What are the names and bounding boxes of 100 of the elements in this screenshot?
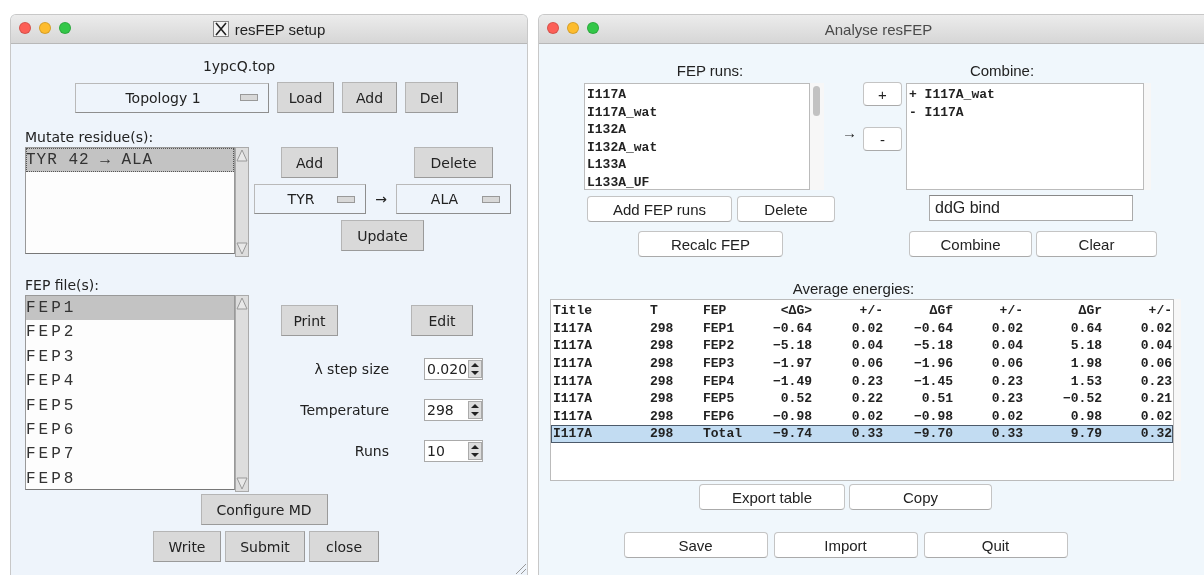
- table-cell-text: 0.04: [1139, 338, 1172, 354]
- table-row[interactable]: I117A 298 FEP2 −5.18 0.04 −5.18 0.04 5.18 0.04: [551, 337, 1173, 355]
- combine-list[interactable]: + I117A_wat - I117A: [906, 83, 1144, 190]
- fep-run-item[interactable]: L133A_UF: [587, 173, 809, 189]
- table-cell-text: 0.23: [1139, 373, 1172, 389]
- fep-run-item[interactable]: I117A: [587, 86, 809, 104]
- clear-button[interactable]: Clear: [1036, 231, 1157, 257]
- table-cell-text: FEP1: [702, 320, 736, 336]
- table-cell-text: 0.21: [1139, 391, 1172, 407]
- configure-md-button[interactable]: Configure MD: [200, 494, 328, 525]
- delete-mutation-button[interactable]: Delete: [414, 147, 493, 178]
- fep-run-item[interactable]: I117A_wat: [587, 103, 809, 122]
- scrollbar[interactable]: [810, 83, 824, 190]
- add-to-combine-button[interactable]: +: [863, 82, 902, 106]
- table-row[interactable]: I117A 298 FEP4 −1.49 0.23 −1.45 0.23 1.53 0.23: [551, 372, 1173, 390]
- table-cell-text: 1.53: [1069, 373, 1102, 389]
- spinbox[interactable]: 298: [424, 399, 483, 421]
- table-row[interactable]: I117A 298 FEP1 −0.64 0.02 −0.64 0.02 0.64 0.02: [551, 319, 1173, 338]
- table-cell-text: 0.02: [850, 408, 883, 424]
- table-cell-text: 0.51: [920, 391, 953, 407]
- close-icon[interactable]: [19, 22, 31, 34]
- scrollbar[interactable]: [1174, 299, 1181, 481]
- delete-button[interactable]: Delete: [737, 196, 835, 222]
- section-label: FEP file(s):: [25, 277, 100, 293]
- fep-run-item[interactable]: L133A: [587, 156, 809, 174]
- topology-dropdown[interactable]: Topology 1: [75, 82, 269, 113]
- print-button[interactable]: Print: [281, 305, 338, 336]
- fep-file-item[interactable]: FEP4: [26, 369, 234, 394]
- combine-name-field[interactable]: ddG bind: [929, 195, 1133, 221]
- copy-button[interactable]: Copy: [849, 484, 992, 510]
- table-row[interactable]: I117A 298 FEP5 0.52 0.22 0.51 0.23 −0.52 0.21: [551, 389, 1173, 408]
- fep-file-item[interactable]: FEP2: [26, 320, 234, 345]
- combine-item[interactable]: + I117A_wat: [909, 86, 1143, 104]
- table-cell-text: 0.22: [850, 391, 883, 407]
- x-window-icon: [212, 21, 229, 37]
- table-row[interactable]: I117A 298 Total −9.74 0.33 −9.70 0.33 9.79 0.32: [551, 425, 1173, 443]
- edit-button[interactable]: Edit: [411, 305, 473, 336]
- fep-file-list[interactable]: FEP1 FEP2 FEP3 FEP4 FEP5 FEP6 FEP7 FEP8: [25, 295, 235, 490]
- scrollbar[interactable]: [235, 295, 249, 492]
- resize-grip-icon[interactable]: [513, 561, 527, 575]
- add-fep-runs-button[interactable]: Add FEP runs: [587, 196, 732, 222]
- minimize-icon[interactable]: [39, 22, 51, 34]
- section-label: Combine:: [969, 62, 1035, 79]
- combine-button[interactable]: Combine: [909, 231, 1032, 257]
- combine-item[interactable]: - I117A: [909, 103, 1143, 122]
- update-button[interactable]: Update: [341, 220, 424, 251]
- table-cell-text: I117A: [552, 426, 593, 442]
- mutation-list[interactable]: TYR 42 → ALA: [25, 147, 235, 254]
- action-button[interactable]: close: [309, 531, 379, 562]
- action-button[interactable]: Quit: [923, 532, 1068, 558]
- fep-run-item[interactable]: I132A: [587, 121, 809, 139]
- table-cell-text: 0.06: [990, 356, 1023, 372]
- action-button[interactable]: Submit: [225, 531, 305, 562]
- topology-button[interactable]: Del: [405, 82, 458, 113]
- scroll-up-arrow-icon[interactable]: [236, 296, 248, 310]
- zoom-icon[interactable]: [587, 22, 599, 34]
- spinner-arrows-icon[interactable]: [468, 442, 482, 460]
- action-button[interactable]: Write: [153, 531, 221, 562]
- table-cell-text: 0.04: [850, 338, 883, 354]
- table-row[interactable]: I117A 298 FEP3 −1.97 0.06 −1.96 0.06 1.98 0.06: [551, 354, 1173, 373]
- scroll-up-arrow-icon[interactable]: [236, 148, 248, 162]
- fep-file-item[interactable]: FEP6: [26, 417, 234, 443]
- table-cell-text: FEP6: [702, 408, 736, 424]
- spinbox[interactable]: 0.020: [424, 358, 483, 380]
- spinner-arrows-icon[interactable]: [468, 401, 482, 419]
- mutation-item[interactable]: TYR 42 → ALA: [26, 148, 234, 172]
- scroll-down-arrow-icon[interactable]: [236, 242, 248, 256]
- recalc-fep-button[interactable]: Recalc FEP: [638, 231, 783, 257]
- zoom-icon[interactable]: [59, 22, 71, 34]
- remove-from-combine-button[interactable]: -: [863, 127, 902, 151]
- table-cell-text: I117A: [552, 373, 593, 389]
- minimize-icon[interactable]: [567, 22, 579, 34]
- action-button[interactable]: Save: [623, 532, 768, 558]
- scrollbar[interactable]: [1144, 83, 1151, 190]
- scroll-down-arrow-icon[interactable]: [236, 477, 248, 491]
- to-residue-dropdown[interactable]: ALA: [396, 184, 511, 214]
- fep-run-item[interactable]: I132A_wat: [587, 138, 809, 157]
- table-row[interactable]: I117A 298 FEP6 −0.98 0.02 −0.98 0.02 0.98 0.02: [551, 407, 1173, 426]
- topology-button[interactable]: Load: [277, 82, 334, 113]
- table-cell-text: 0.02: [850, 320, 883, 336]
- table-cell-text: 1.98: [1069, 356, 1102, 372]
- fep-file-item[interactable]: FEP1: [26, 296, 234, 321]
- close-icon[interactable]: [547, 22, 559, 34]
- fep-file-item[interactable]: FEP5: [26, 393, 234, 418]
- arrow: →: [842, 124, 857, 141]
- fep-file-item[interactable]: FEP8: [26, 466, 234, 489]
- fep-file-item[interactable]: FEP3: [26, 344, 234, 370]
- fep-runs-list[interactable]: I117A I117A_wat I132A I132A_wat L133A L133A_UF: [584, 83, 810, 190]
- from-residue-dropdown[interactable]: TYR: [254, 184, 366, 214]
- action-button[interactable]: Import: [773, 532, 918, 558]
- topology-button[interactable]: Add: [342, 82, 397, 113]
- scrollbar[interactable]: [235, 147, 249, 257]
- table-cell-text: 0.23: [990, 391, 1023, 407]
- add-mutation-button[interactable]: Add: [281, 147, 338, 178]
- column-header: Title: [552, 303, 593, 319]
- spinner-arrows-icon[interactable]: [468, 360, 482, 378]
- export-table-button[interactable]: Export table: [699, 484, 845, 510]
- fep-file-item[interactable]: FEP7: [26, 442, 234, 467]
- spinbox[interactable]: 10: [424, 440, 483, 462]
- table-cell-text: I117A: [552, 338, 593, 354]
